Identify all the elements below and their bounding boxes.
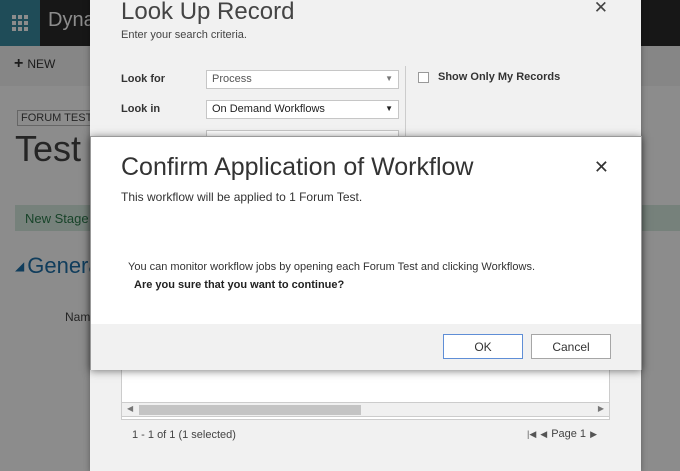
horizontal-scrollbar[interactable]: ◀ ▶ bbox=[121, 402, 610, 417]
confirm-message: You can monitor workflow jobs by opening… bbox=[128, 261, 535, 273]
confirm-question: Are you sure that you want to continue? bbox=[134, 279, 345, 291]
checkbox-box[interactable] bbox=[418, 71, 429, 83]
scroll-right-arrow-icon[interactable]: ▶ bbox=[598, 404, 604, 413]
page-label: Page 1 bbox=[551, 428, 587, 440]
ok-button[interactable]: OK bbox=[443, 334, 523, 359]
confirm-title: Confirm Application of Workflow bbox=[121, 153, 474, 181]
look-for-label: Look for bbox=[121, 73, 165, 85]
look-for-value: Process bbox=[212, 73, 252, 85]
show-only-my-records-label: Show Only My Records bbox=[438, 71, 561, 83]
record-count: 1 - 1 of 1 (1 selected) bbox=[132, 429, 236, 441]
look-in-value: On Demand Workflows bbox=[212, 103, 325, 115]
lookup-close-icon[interactable]: ✕ bbox=[594, 0, 608, 18]
show-only-my-records-checkbox[interactable]: Show Only My Records bbox=[418, 71, 560, 83]
cancel-button[interactable]: Cancel bbox=[531, 334, 611, 359]
pager: |◀ ◀ Page 1 ▶ bbox=[527, 428, 597, 440]
confirm-workflow-dialog: Confirm Application of Workflow ✕ This w… bbox=[90, 136, 642, 370]
look-in-label: Look in bbox=[121, 103, 161, 115]
first-page-icon[interactable]: |◀ bbox=[527, 429, 536, 440]
confirm-subtitle: This workflow will be applied to 1 Forum… bbox=[121, 190, 363, 204]
dropdown-arrow-icon: ▼ bbox=[385, 74, 393, 83]
lookup-subtitle: Enter your search criteria. bbox=[121, 29, 247, 41]
lookup-divider bbox=[405, 66, 406, 136]
close-icon[interactable]: ✕ bbox=[594, 157, 609, 177]
dropdown-arrow-icon: ▼ bbox=[385, 104, 393, 113]
lookup-title: Look Up Record bbox=[121, 0, 295, 25]
scroll-thumb[interactable] bbox=[139, 405, 361, 415]
scroll-left-arrow-icon[interactable]: ◀ bbox=[127, 404, 133, 413]
previous-page-icon[interactable]: ◀ bbox=[540, 429, 547, 440]
next-page-icon[interactable]: ▶ bbox=[590, 429, 597, 440]
look-in-select[interactable]: On Demand Workflows ▼ bbox=[206, 100, 399, 119]
look-for-select[interactable]: Process ▼ bbox=[206, 70, 399, 89]
